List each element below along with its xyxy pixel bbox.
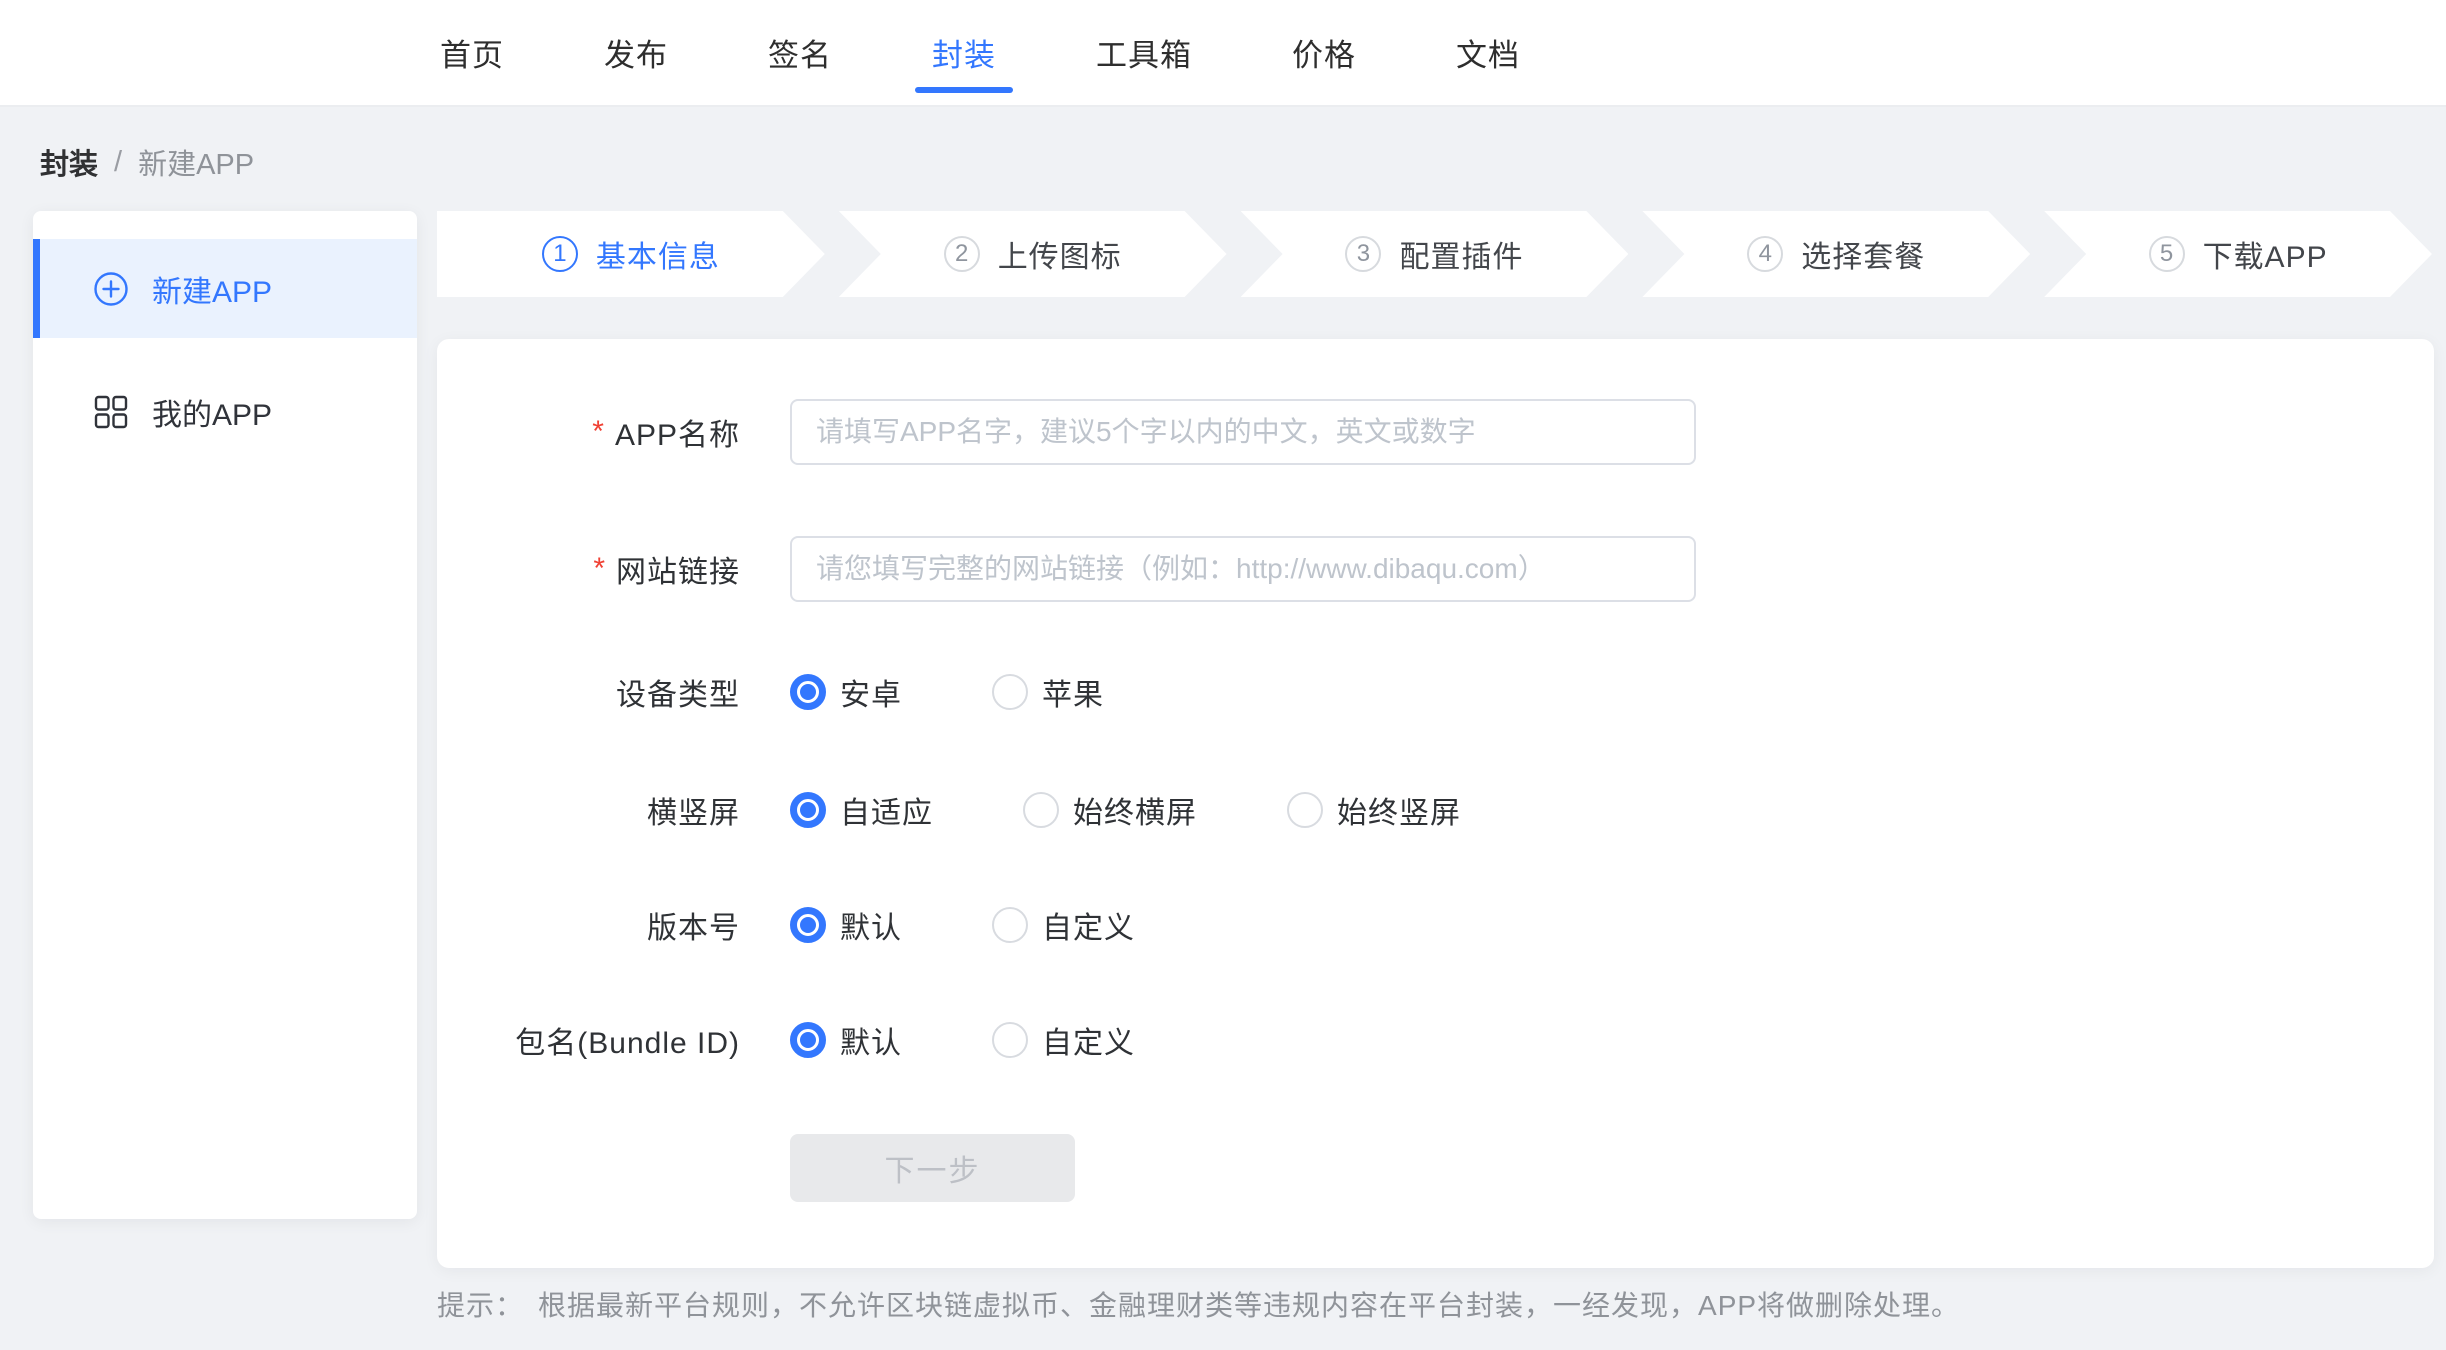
app-name-input[interactable] <box>790 399 1696 465</box>
step-upload-icon[interactable]: 2 上传图标 <box>839 211 1227 297</box>
breadcrumb-root[interactable]: 封装 <box>40 141 98 183</box>
nav-item-publish[interactable]: 发布 <box>604 0 668 105</box>
required-asterisk: * <box>593 552 606 586</box>
form-row-device-type: 设备类型 安卓 苹果 <box>437 672 1194 712</box>
sidebar-item-label: 我的APP <box>152 390 272 434</box>
radio-unselected-icon <box>992 1022 1028 1058</box>
field-label: 横竖屏 <box>437 788 740 832</box>
step-wizard: 1 基本信息 2 上传图标 3 配置插件 4 选择套餐 5 下载APP <box>437 211 2432 297</box>
next-step-button[interactable]: 下一步 <box>790 1134 1075 1202</box>
required-asterisk: * <box>592 415 605 449</box>
field-label: 包名(Bundle ID) <box>437 1018 740 1062</box>
field-label: 版本号 <box>437 903 740 947</box>
step-basic-info[interactable]: 1 基本信息 <box>437 211 825 297</box>
nav-item-package[interactable]: 封装 <box>932 0 996 105</box>
page: 首页 发布 签名 封装 工具箱 价格 文档 封装 / 新建APP 新建APP <box>0 0 2446 1350</box>
nav-item-price[interactable]: 价格 <box>1292 0 1356 105</box>
grid-icon <box>94 395 128 429</box>
radio-android[interactable]: 安卓 <box>790 670 902 714</box>
form-row-orientation: 横竖屏 自适应 始终横屏 始终竖屏 <box>437 790 1551 830</box>
radio-bundle-default[interactable]: 默认 <box>790 1018 902 1062</box>
active-accent-bar <box>33 239 40 338</box>
step-label: 下载APP <box>2203 232 2328 276</box>
step-label: 上传图标 <box>998 232 1122 276</box>
sidebar: 新建APP 我的APP <box>33 211 417 1219</box>
breadcrumb-separator: / <box>114 146 122 179</box>
radio-selected-icon <box>790 674 826 710</box>
radio-selected-icon <box>790 1022 826 1058</box>
radio-unselected-icon <box>1023 792 1059 828</box>
form-card: * APP名称 * 网站链接 设备类型 安卓 <box>437 339 2434 1268</box>
main-nav: 首页 发布 签名 封装 工具箱 价格 文档 <box>0 0 2446 105</box>
nav-item-docs[interactable]: 文档 <box>1456 0 1520 105</box>
radio-ios[interactable]: 苹果 <box>992 670 1104 714</box>
radio-unselected-icon <box>992 674 1028 710</box>
step-download-app[interactable]: 5 下载APP <box>2044 211 2432 297</box>
step-number-badge: 2 <box>944 236 980 272</box>
radio-auto-orientation[interactable]: 自适应 <box>790 788 933 832</box>
nav-item-sign[interactable]: 签名 <box>768 0 832 105</box>
form-row-app-name: * APP名称 <box>437 399 1696 465</box>
radio-selected-icon <box>790 907 826 943</box>
breadcrumb-current: 新建APP <box>138 141 254 183</box>
step-label: 选择套餐 <box>1801 232 1925 276</box>
field-label: * 网站链接 <box>437 547 740 591</box>
footer-tip: 提示： 根据最新平台规则，不允许区块链虚拟币、金融理财类等违规内容在平台封装，一… <box>437 1284 1960 1324</box>
step-configure-plugins[interactable]: 3 配置插件 <box>1241 211 1629 297</box>
step-number-badge: 3 <box>1345 236 1381 272</box>
sidebar-item-new-app[interactable]: 新建APP <box>33 239 417 338</box>
breadcrumb: 封装 / 新建APP <box>40 144 254 180</box>
radio-always-landscape[interactable]: 始终横屏 <box>1023 788 1197 832</box>
step-label: 配置插件 <box>1399 232 1523 276</box>
tip-label: 提示： <box>437 1284 524 1324</box>
nav-item-home[interactable]: 首页 <box>440 0 504 105</box>
radio-unselected-icon <box>1287 792 1323 828</box>
step-number-badge: 5 <box>2149 236 2185 272</box>
step-choose-plan[interactable]: 4 选择套餐 <box>1642 211 2030 297</box>
top-navbar: 首页 发布 签名 封装 工具箱 价格 文档 <box>0 0 2446 107</box>
radio-unselected-icon <box>992 907 1028 943</box>
radio-bundle-custom[interactable]: 自定义 <box>992 1018 1135 1062</box>
sidebar-item-label: 新建APP <box>152 267 272 311</box>
tip-text: 根据最新平台规则，不允许区块链虚拟币、金融理财类等违规内容在平台封装，一经发现，… <box>538 1284 1960 1324</box>
form-row-bundle-id: 包名(Bundle ID) 默认 自定义 <box>437 1020 1225 1060</box>
step-number-badge: 1 <box>542 236 578 272</box>
sidebar-item-my-apps[interactable]: 我的APP <box>33 362 417 461</box>
step-label: 基本信息 <box>596 232 720 276</box>
nav-item-toolbox[interactable]: 工具箱 <box>1096 0 1192 105</box>
radio-always-portrait[interactable]: 始终竖屏 <box>1287 788 1461 832</box>
radio-version-default[interactable]: 默认 <box>790 903 902 947</box>
form-row-version: 版本号 默认 自定义 <box>437 905 1225 945</box>
field-label: * APP名称 <box>437 410 740 454</box>
step-number-badge: 4 <box>1747 236 1783 272</box>
plus-circle-icon <box>94 272 128 306</box>
form-row-site-url: * 网站链接 <box>437 536 1696 602</box>
field-label: 设备类型 <box>437 670 740 714</box>
radio-selected-icon <box>790 792 826 828</box>
site-url-input[interactable] <box>790 536 1696 602</box>
radio-version-custom[interactable]: 自定义 <box>992 903 1135 947</box>
